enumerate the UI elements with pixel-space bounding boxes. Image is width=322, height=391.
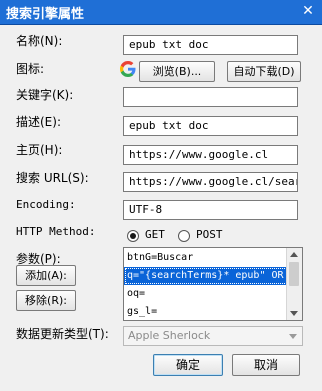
params-list[interactable]: btnG=Buscar q="{searchTerms}* epub" OR o… [123, 247, 303, 321]
window-title: 搜索引擎属性 [6, 7, 85, 22]
search-url-field[interactable]: https://www.google.cl/search [123, 172, 298, 192]
keyword-label: 关键字(K): [16, 88, 74, 102]
browse-button[interactable]: 浏览(B)... [139, 61, 215, 82]
google-icon [120, 61, 136, 77]
title-bar[interactable]: 搜索引擎属性 ✕ [0, 0, 322, 25]
scroll-thumb[interactable] [289, 262, 299, 286]
name-label: 名称(N): [16, 34, 63, 48]
description-label: 描述(E): [16, 115, 61, 129]
remove-param-button[interactable]: 移除(R): [16, 290, 76, 311]
update-type-label: 数据更新类型(T): [16, 327, 109, 341]
params-row[interactable]: gs_l= [124, 303, 288, 320]
close-icon[interactable]: ✕ [300, 3, 316, 19]
ok-button[interactable]: 确定 [153, 354, 223, 376]
post-radio-label: POST [196, 228, 223, 241]
cancel-button[interactable]: 取消 [232, 354, 300, 376]
chevron-down-icon [289, 334, 297, 339]
post-radio[interactable] [178, 230, 190, 242]
keyword-field[interactable] [123, 87, 298, 107]
update-type-value: Apple Sherlock [128, 329, 211, 342]
params-row-selected[interactable]: q="{searchTerms}* epub" OR [124, 267, 288, 285]
icon-label: 图标: [16, 62, 45, 76]
scroll-up-icon[interactable] [290, 252, 298, 257]
add-param-button[interactable]: 添加(A): [16, 265, 76, 286]
get-radio[interactable] [127, 230, 139, 242]
homepage-label: 主页(H): [16, 143, 63, 157]
search-engine-properties-dialog: 搜索引擎属性 ✕ 名称(N): epub txt doc 图标: 浏览(B)..… [0, 0, 322, 391]
scroll-down-icon[interactable] [290, 311, 298, 316]
search-url-label: 搜索 URL(S): [16, 171, 89, 185]
description-field[interactable]: epub txt doc [123, 116, 298, 136]
encoding-field[interactable]: UTF-8 [123, 200, 298, 220]
update-type-select: Apple Sherlock [123, 326, 303, 346]
params-row[interactable]: btnG=Buscar [124, 249, 288, 267]
name-field[interactable]: epub txt doc [123, 35, 298, 55]
auto-download-button[interactable]: 自动下载(D) [227, 61, 301, 82]
homepage-field[interactable]: https://www.google.cl [123, 145, 298, 165]
http-method-label: HTTP Method: [16, 225, 96, 238]
get-radio-label: GET [145, 228, 165, 241]
encoding-label: Encoding: [16, 198, 76, 211]
params-row[interactable]: oq= [124, 285, 288, 303]
params-scrollbar[interactable] [286, 248, 302, 320]
